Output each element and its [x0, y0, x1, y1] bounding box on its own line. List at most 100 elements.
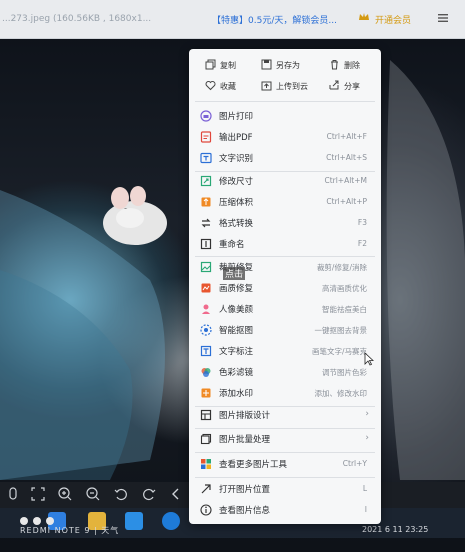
menu-item-crop-repair[interactable]: 裁剪修复 裁剪/修复/消除 [189, 257, 381, 277]
save-as-button[interactable]: 另存为 [261, 57, 300, 75]
print-icon [200, 110, 212, 122]
menu-item-label: 智能抠图 [219, 326, 254, 336]
batch-icon [200, 433, 212, 445]
photo-timestamp: 2021 6 11 23:25 [362, 525, 429, 534]
upload-cloud-button[interactable]: 上传到云 [261, 78, 308, 96]
folder-location-icon [201, 484, 211, 494]
share-label: 分享 [344, 82, 360, 91]
app-taskbar-icon[interactable] [162, 512, 180, 530]
viewer-title-bar: ...273.jpeg (160.56KB , 1680x1... 【特惠】0.… [0, 0, 465, 39]
upload-cloud-label: 上传到云 [276, 82, 308, 91]
menu-item-image-info[interactable]: 查看图片信息 I [189, 500, 381, 520]
share-icon [329, 80, 339, 90]
menu-item-more-tools[interactable]: 查看更多图片工具 Ctrl+Y [189, 454, 381, 474]
menu-item-label: 文字标注 [219, 347, 254, 357]
menu-item-portrait-beauty[interactable]: 人像美颜 智能祛痘美白 [189, 299, 381, 319]
watermark-icon [201, 388, 211, 398]
delete-label: 删除 [344, 61, 360, 70]
menu-item-rename[interactable]: 重命名 F2 [189, 234, 381, 254]
menu-item-shortcut: F3 [357, 218, 367, 227]
menu-item-label: 打开图片位置 [219, 485, 271, 495]
heart-icon [205, 81, 216, 91]
menu-divider [195, 101, 375, 102]
menu-item-shortcut: F2 [357, 239, 367, 248]
copy-icon [205, 59, 216, 70]
layout-icon [200, 409, 212, 421]
menu-item-label: 输出PDF [219, 133, 253, 143]
favorite-label: 收藏 [220, 82, 236, 91]
menu-item-label: 图片批量处理 [219, 435, 271, 445]
menu-item-shortcut: 高清画质优化 [322, 284, 367, 293]
menu-item-label: 格式转换 [219, 219, 254, 229]
copy-button[interactable]: 复制 [205, 57, 236, 75]
menu-item-label: 文字识别 [219, 154, 254, 164]
menu-item-shortcut: L [362, 484, 367, 493]
menu-item-add-watermark[interactable]: 添加水印 添加、修改水印 [189, 383, 381, 403]
menu-item-format-convert[interactable]: 格式转换 F3 [189, 213, 381, 233]
trash-icon [331, 60, 338, 70]
menu-item-label: 色彩滤镜 [219, 368, 254, 378]
menu-item-shortcut: 智能祛痘美白 [322, 305, 367, 314]
rotate-right-icon[interactable] [141, 486, 157, 502]
menu-item-shortcut: Ctrl+Alt+S [326, 153, 367, 162]
menu-item-text-annotate[interactable]: 文字标注 画笔文字/马赛克 [189, 341, 381, 361]
share-button[interactable]: 分享 [329, 78, 360, 96]
hamburger-menu-icon[interactable] [437, 12, 449, 24]
menu-item-shortcut: I [364, 505, 367, 514]
menu-item-compress[interactable]: 压缩体积 Ctrl+Alt+P [189, 192, 381, 212]
menu-item-batch-process[interactable]: 图片批量处理 › [189, 429, 381, 449]
menu-item-quality-repair[interactable]: 画质修复 高清画质优化 [189, 278, 381, 298]
context-menu: 复制 另存为 删除 收藏 上传到云 分享 图片打印 输出PDF Ctrl+Alt… [189, 49, 381, 524]
menu-item-shortcut: Ctrl+Alt+P [326, 197, 367, 206]
convert-icon [201, 218, 211, 228]
ocr-icon [200, 152, 212, 164]
delete-button[interactable]: 删除 [329, 57, 360, 75]
filter-icon [201, 368, 211, 377]
menu-item-export-pdf[interactable]: 输出PDF Ctrl+Alt+F [189, 127, 381, 147]
chevron-right-icon: › [365, 409, 369, 419]
compress-icon [201, 197, 211, 207]
open-vip-button[interactable]: 开通会员 [375, 13, 411, 26]
cloud-upload-icon [261, 81, 272, 91]
info-icon [200, 504, 212, 516]
mouse-cursor-icon [364, 352, 374, 366]
menu-item-label: 人像美颜 [219, 305, 254, 315]
menu-divider [195, 477, 375, 478]
menu-item-shortcut: 画笔文字/马赛克 [311, 347, 367, 356]
cat-fur-left-image [0, 190, 165, 480]
menu-item-ocr[interactable]: 文字识别 Ctrl+Alt+S [189, 148, 381, 168]
copy-label: 复制 [220, 61, 236, 70]
menu-item-shortcut: 一键抠图去背景 [314, 326, 368, 335]
menu-item-layout-design[interactable]: 图片排版设计 › [189, 405, 381, 425]
previous-icon[interactable] [168, 486, 184, 502]
menu-item-shortcut: 添加、修改水印 [314, 389, 368, 398]
promo-link[interactable]: 【特惠】0.5元/天，解锁会员... [212, 13, 337, 26]
pdf-icon [200, 131, 212, 143]
menu-item-label: 重命名 [219, 240, 245, 250]
menu-item-color-filter[interactable]: 色彩滤镜 调节图片色彩 [189, 362, 381, 382]
menu-item-open-location[interactable]: 打开图片位置 L [189, 479, 381, 499]
menu-item-print[interactable]: 图片打印 [189, 106, 381, 126]
menu-item-label: 图片排版设计 [219, 411, 271, 421]
phone-watermark: REDMI NOTE 9 | 天气 [20, 526, 120, 535]
zoom-out-icon[interactable] [85, 486, 101, 502]
rotate-left-icon[interactable] [113, 486, 129, 502]
save-as-icon [261, 59, 272, 70]
beauty-icon [202, 304, 210, 314]
menu-item-shortcut: Ctrl+Alt+F [326, 132, 367, 141]
fit-screen-icon[interactable] [30, 486, 46, 502]
zoom-in-icon[interactable] [57, 486, 73, 502]
annotate-icon [200, 345, 212, 357]
favorite-button[interactable]: 收藏 [205, 78, 236, 96]
enhance-icon [201, 283, 211, 293]
menu-item-resize[interactable]: 修改尺寸 Ctrl+Alt+M [189, 171, 381, 191]
mouse-mode-icon[interactable] [5, 486, 21, 502]
menu-item-label: 添加水印 [219, 389, 254, 399]
rename-icon [200, 238, 212, 250]
menu-item-smart-cutout[interactable]: 智能抠图 一键抠图去背景 [189, 320, 381, 340]
resize-icon [200, 175, 212, 187]
mail-taskbar-icon[interactable] [125, 512, 143, 530]
chevron-right-icon: › [365, 433, 369, 443]
menu-item-label: 查看图片信息 [219, 506, 271, 516]
cat-fur-right-image [386, 60, 465, 480]
